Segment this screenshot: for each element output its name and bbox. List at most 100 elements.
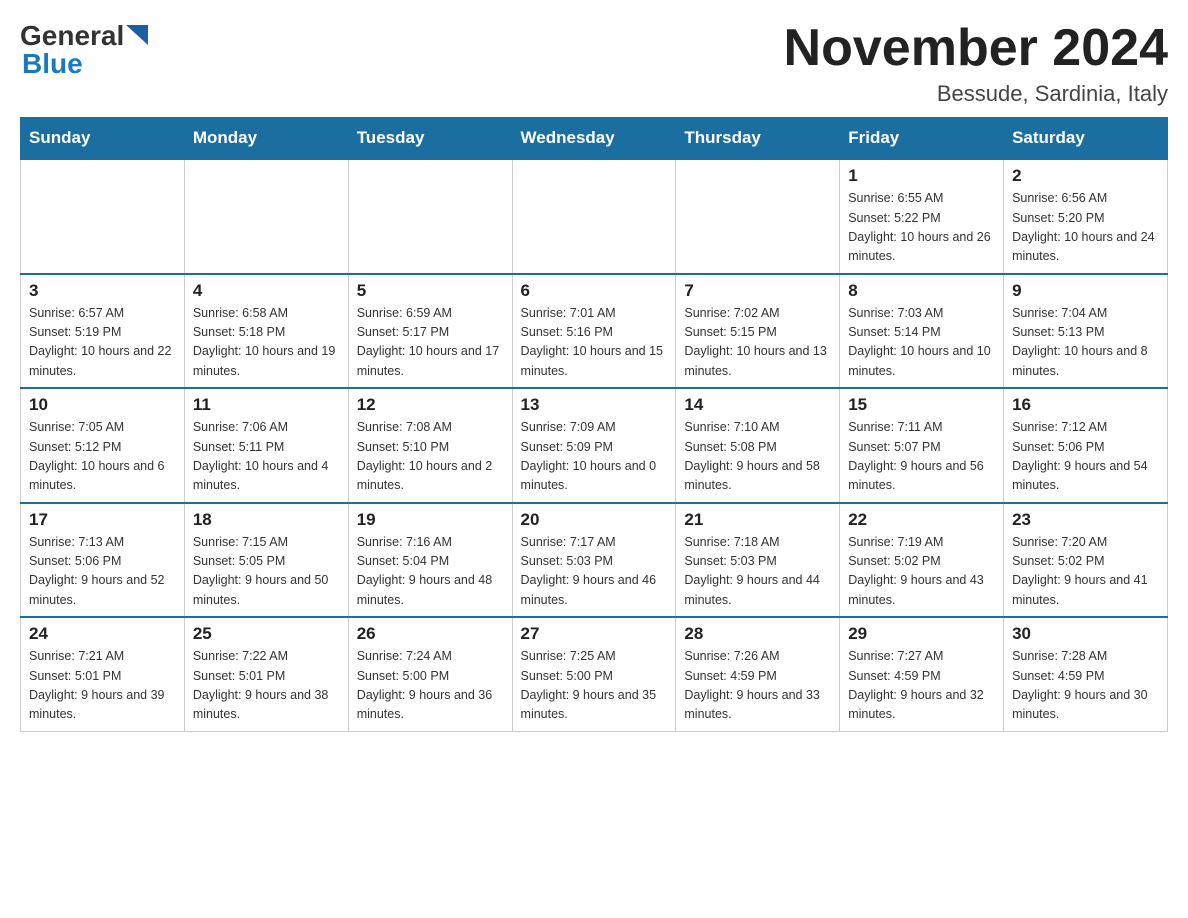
calendar-cell bbox=[21, 159, 185, 274]
calendar-cell: 17 Sunrise: 7:13 AMSunset: 5:06 PMDayligh… bbox=[21, 503, 185, 618]
day-number: 24 bbox=[29, 624, 176, 644]
calendar-table: Sunday Monday Tuesday Wednesday Thursday… bbox=[20, 117, 1168, 732]
calendar-cell: 23Sunrise: 7:20 AMSunset: 5:02 PMDayligh… bbox=[1004, 503, 1168, 618]
day-number: 7 bbox=[684, 281, 831, 301]
day-number: 19 bbox=[357, 510, 504, 530]
calendar-cell bbox=[184, 159, 348, 274]
day-info: Sunrise: 7:24 AMSunset: 5:00 PMDaylight:… bbox=[357, 647, 504, 725]
calendar-week-row: 17 Sunrise: 7:13 AMSunset: 5:06 PMDayligh… bbox=[21, 503, 1168, 618]
day-info: Sunrise: 6:55 AMSunset: 5:22 PMDaylight:… bbox=[848, 189, 995, 267]
calendar-week-row: 10 Sunrise: 7:05 AMSunset: 5:12 PMDayligh… bbox=[21, 388, 1168, 503]
calendar-cell: 14 Sunrise: 7:10 AMSunset: 5:08 PMDayligh… bbox=[676, 388, 840, 503]
day-info: Sunrise: 6:57 AMSunset: 5:19 PMDaylight:… bbox=[29, 304, 176, 382]
weekday-header-row: Sunday Monday Tuesday Wednesday Thursday… bbox=[21, 118, 1168, 160]
day-info: Sunrise: 7:18 AMSunset: 5:03 PMDaylight:… bbox=[684, 533, 831, 611]
calendar-cell: 20 Sunrise: 7:17 AMSunset: 5:03 PMDayligh… bbox=[512, 503, 676, 618]
day-number: 29 bbox=[848, 624, 995, 644]
day-info: Sunrise: 7:26 AMSunset: 4:59 PMDaylight:… bbox=[684, 647, 831, 725]
calendar-cell: 27 Sunrise: 7:25 AMSunset: 5:00 PMDayligh… bbox=[512, 617, 676, 731]
calendar-cell bbox=[348, 159, 512, 274]
day-number: 26 bbox=[357, 624, 504, 644]
day-info: Sunrise: 7:16 AMSunset: 5:04 PMDaylight:… bbox=[357, 533, 504, 611]
header-thursday: Thursday bbox=[676, 118, 840, 160]
day-info: Sunrise: 7:12 AMSunset: 5:06 PMDaylight:… bbox=[1012, 418, 1159, 496]
day-number: 14 bbox=[684, 395, 831, 415]
calendar-cell: 21 Sunrise: 7:18 AMSunset: 5:03 PMDayligh… bbox=[676, 503, 840, 618]
day-number: 17 bbox=[29, 510, 176, 530]
calendar-cell: 3 Sunrise: 6:57 AMSunset: 5:19 PMDaylight… bbox=[21, 274, 185, 389]
day-info: Sunrise: 7:22 AMSunset: 5:01 PMDaylight:… bbox=[193, 647, 340, 725]
calendar-cell: 30Sunrise: 7:28 AMSunset: 4:59 PMDayligh… bbox=[1004, 617, 1168, 731]
calendar-cell: 29 Sunrise: 7:27 AMSunset: 4:59 PMDayligh… bbox=[840, 617, 1004, 731]
day-number: 11 bbox=[193, 395, 340, 415]
calendar-cell: 19 Sunrise: 7:16 AMSunset: 5:04 PMDayligh… bbox=[348, 503, 512, 618]
header-wednesday: Wednesday bbox=[512, 118, 676, 160]
day-number: 13 bbox=[521, 395, 668, 415]
day-number: 16 bbox=[1012, 395, 1159, 415]
calendar-cell: 25 Sunrise: 7:22 AMSunset: 5:01 PMDayligh… bbox=[184, 617, 348, 731]
day-info: Sunrise: 7:28 AMSunset: 4:59 PMDaylight:… bbox=[1012, 647, 1159, 725]
day-info: Sunrise: 7:19 AMSunset: 5:02 PMDaylight:… bbox=[848, 533, 995, 611]
title-section: November 2024 Bessude, Sardinia, Italy bbox=[784, 20, 1168, 107]
calendar-cell: 5 Sunrise: 6:59 AMSunset: 5:17 PMDaylight… bbox=[348, 274, 512, 389]
header-tuesday: Tuesday bbox=[348, 118, 512, 160]
day-info: Sunrise: 7:01 AMSunset: 5:16 PMDaylight:… bbox=[521, 304, 668, 382]
location-subtitle: Bessude, Sardinia, Italy bbox=[784, 81, 1168, 107]
day-number: 18 bbox=[193, 510, 340, 530]
day-number: 12 bbox=[357, 395, 504, 415]
day-number: 25 bbox=[193, 624, 340, 644]
calendar-cell: 13Sunrise: 7:09 AMSunset: 5:09 PMDayligh… bbox=[512, 388, 676, 503]
calendar-cell: 11 Sunrise: 7:06 AMSunset: 5:11 PMDayligh… bbox=[184, 388, 348, 503]
day-number: 27 bbox=[521, 624, 668, 644]
day-info: Sunrise: 6:58 AMSunset: 5:18 PMDaylight:… bbox=[193, 304, 340, 382]
day-number: 23 bbox=[1012, 510, 1159, 530]
header-friday: Friday bbox=[840, 118, 1004, 160]
day-info: Sunrise: 7:06 AMSunset: 5:11 PMDaylight:… bbox=[193, 418, 340, 496]
calendar-cell bbox=[512, 159, 676, 274]
day-number: 28 bbox=[684, 624, 831, 644]
calendar-cell: 10 Sunrise: 7:05 AMSunset: 5:12 PMDayligh… bbox=[21, 388, 185, 503]
calendar-cell: 24 Sunrise: 7:21 AMSunset: 5:01 PMDayligh… bbox=[21, 617, 185, 731]
day-info: Sunrise: 6:59 AMSunset: 5:17 PMDaylight:… bbox=[357, 304, 504, 382]
day-info: Sunrise: 7:27 AMSunset: 4:59 PMDaylight:… bbox=[848, 647, 995, 725]
month-title: November 2024 bbox=[784, 20, 1168, 77]
day-info: Sunrise: 7:21 AMSunset: 5:01 PMDaylight:… bbox=[29, 647, 176, 725]
calendar-cell: 7 Sunrise: 7:02 AMSunset: 5:15 PMDaylight… bbox=[676, 274, 840, 389]
day-number: 5 bbox=[357, 281, 504, 301]
day-number: 2 bbox=[1012, 166, 1159, 186]
day-info: Sunrise: 7:03 AMSunset: 5:14 PMDaylight:… bbox=[848, 304, 995, 382]
calendar-cell: 16 Sunrise: 7:12 AMSunset: 5:06 PMDayligh… bbox=[1004, 388, 1168, 503]
header: General Blue November 2024 Bessude, Sard… bbox=[20, 20, 1168, 107]
day-info: Sunrise: 7:10 AMSunset: 5:08 PMDaylight:… bbox=[684, 418, 831, 496]
day-info: Sunrise: 7:13 AMSunset: 5:06 PMDaylight:… bbox=[29, 533, 176, 611]
calendar-cell: 1Sunrise: 6:55 AMSunset: 5:22 PMDaylight… bbox=[840, 159, 1004, 274]
day-number: 6 bbox=[521, 281, 668, 301]
day-number: 8 bbox=[848, 281, 995, 301]
day-info: Sunrise: 7:25 AMSunset: 5:00 PMDaylight:… bbox=[521, 647, 668, 725]
calendar-cell: 15Sunrise: 7:11 AMSunset: 5:07 PMDayligh… bbox=[840, 388, 1004, 503]
day-number: 3 bbox=[29, 281, 176, 301]
calendar-cell: 6 Sunrise: 7:01 AMSunset: 5:16 PMDaylight… bbox=[512, 274, 676, 389]
day-number: 10 bbox=[29, 395, 176, 415]
day-number: 21 bbox=[684, 510, 831, 530]
day-info: Sunrise: 7:05 AMSunset: 5:12 PMDaylight:… bbox=[29, 418, 176, 496]
day-info: Sunrise: 6:56 AMSunset: 5:20 PMDaylight:… bbox=[1012, 189, 1159, 267]
day-info: Sunrise: 7:02 AMSunset: 5:15 PMDaylight:… bbox=[684, 304, 831, 382]
header-saturday: Saturday bbox=[1004, 118, 1168, 160]
day-info: Sunrise: 7:17 AMSunset: 5:03 PMDaylight:… bbox=[521, 533, 668, 611]
day-number: 9 bbox=[1012, 281, 1159, 301]
calendar-cell: 8 Sunrise: 7:03 AMSunset: 5:14 PMDaylight… bbox=[840, 274, 1004, 389]
calendar-week-row: 1Sunrise: 6:55 AMSunset: 5:22 PMDaylight… bbox=[21, 159, 1168, 274]
day-info: Sunrise: 7:15 AMSunset: 5:05 PMDaylight:… bbox=[193, 533, 340, 611]
day-number: 22 bbox=[848, 510, 995, 530]
day-number: 15 bbox=[848, 395, 995, 415]
day-info: Sunrise: 7:08 AMSunset: 5:10 PMDaylight:… bbox=[357, 418, 504, 496]
day-info: Sunrise: 7:04 AMSunset: 5:13 PMDaylight:… bbox=[1012, 304, 1159, 382]
calendar-cell: 28 Sunrise: 7:26 AMSunset: 4:59 PMDayligh… bbox=[676, 617, 840, 731]
logo: General Blue bbox=[20, 20, 148, 80]
day-number: 20 bbox=[521, 510, 668, 530]
calendar-cell: 2 Sunrise: 6:56 AMSunset: 5:20 PMDaylight… bbox=[1004, 159, 1168, 274]
calendar-cell: 26 Sunrise: 7:24 AMSunset: 5:00 PMDayligh… bbox=[348, 617, 512, 731]
calendar-cell bbox=[676, 159, 840, 274]
calendar-cell: 9 Sunrise: 7:04 AMSunset: 5:13 PMDaylight… bbox=[1004, 274, 1168, 389]
